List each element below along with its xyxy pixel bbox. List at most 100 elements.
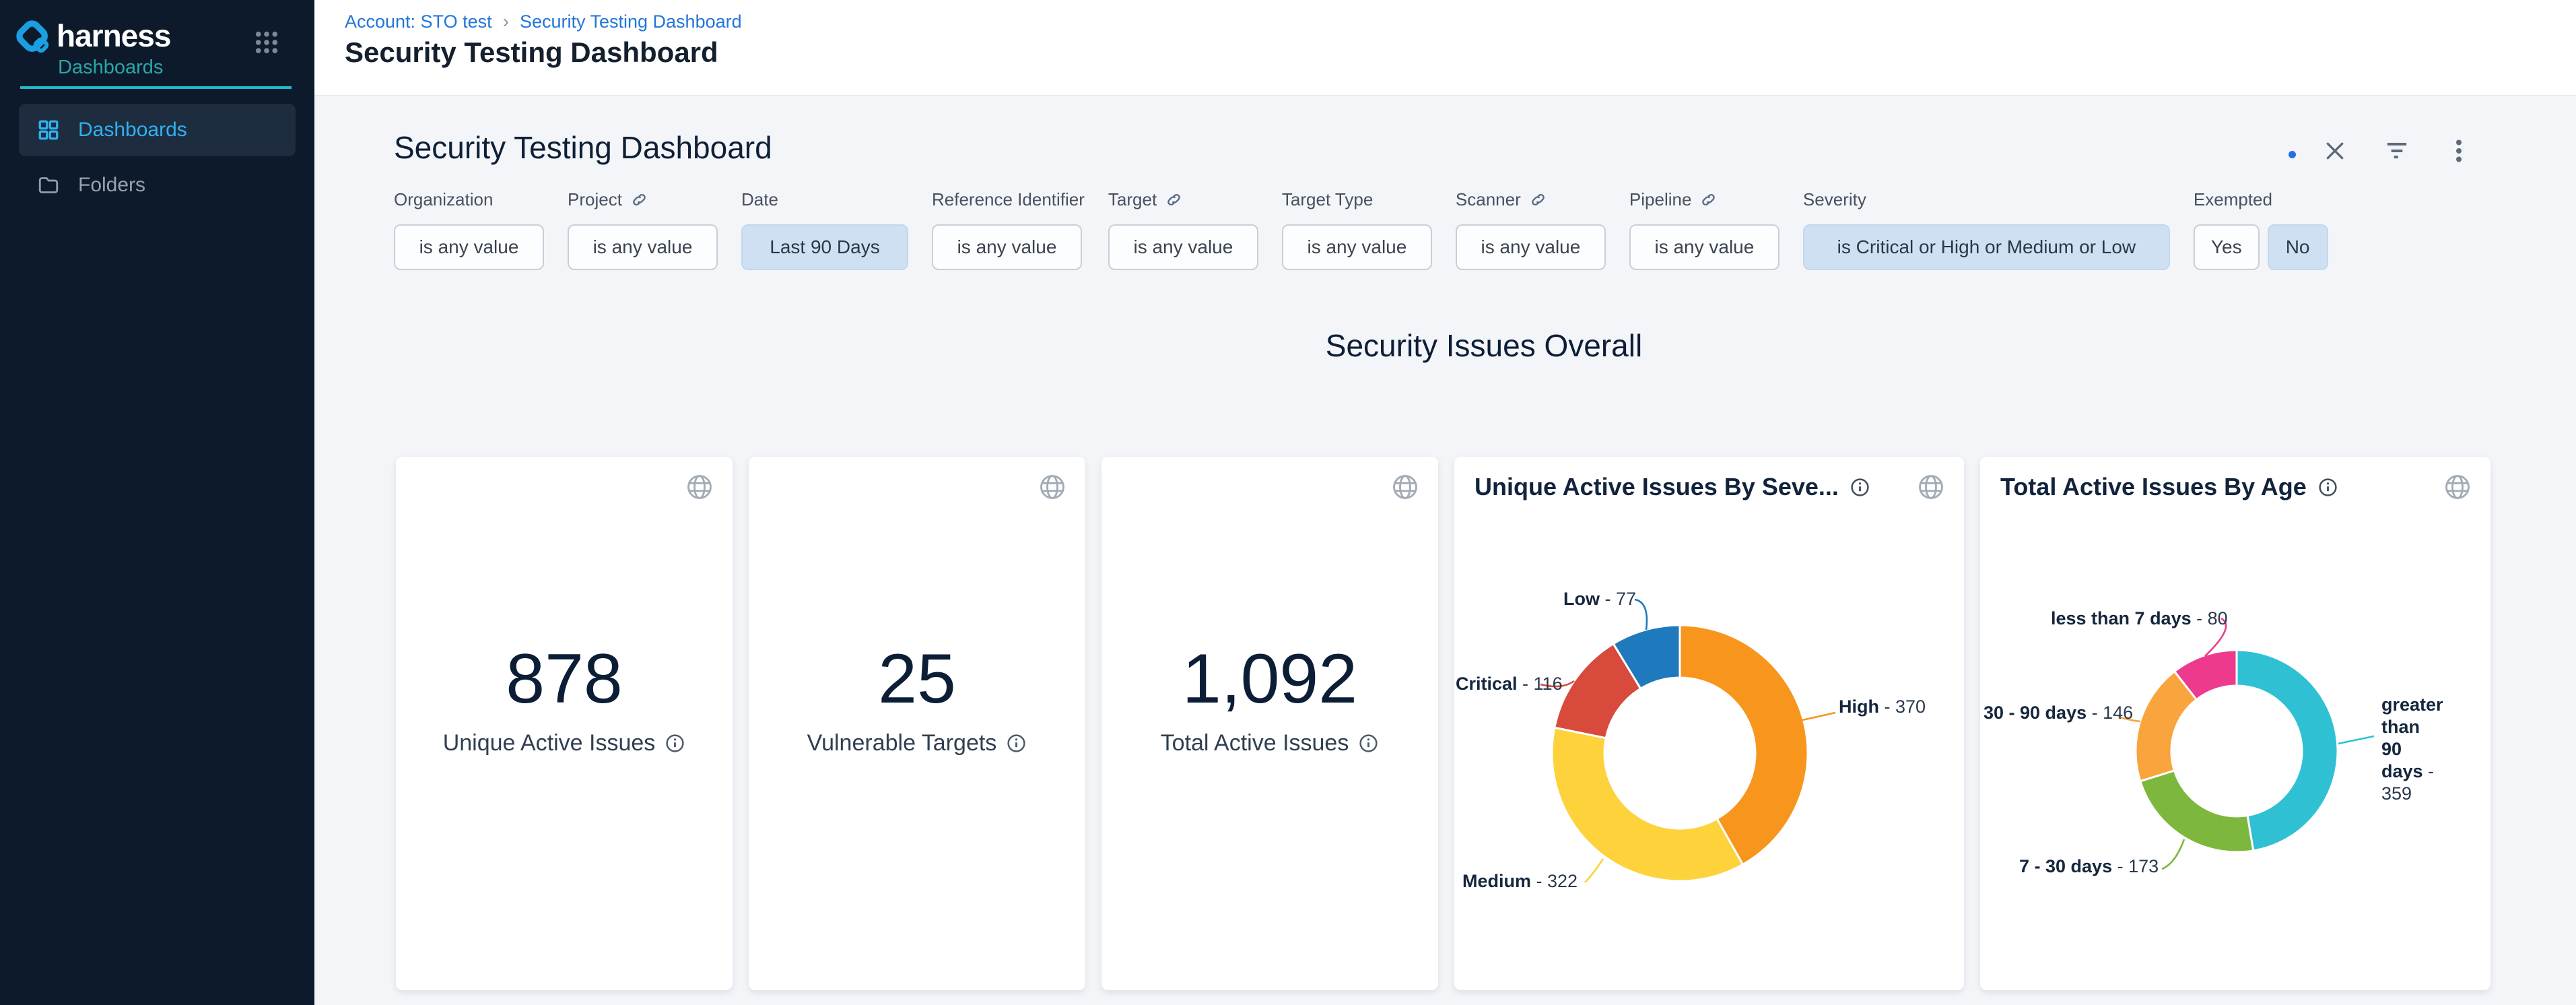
leader-line bbox=[1635, 599, 1647, 630]
donut-label-greater-than-90-days: greater than 90 days - 359 bbox=[2381, 694, 2443, 805]
info-icon[interactable] bbox=[1006, 733, 1027, 754]
filter-label: Target bbox=[1108, 186, 1258, 213]
section-title: Security Issues Overall bbox=[396, 327, 2572, 364]
donut-label-less-than-7-days: less than 7 days - 80 bbox=[2051, 608, 2228, 630]
donut-slice-medium[interactable] bbox=[1552, 727, 1743, 881]
filter-exempted: Exempted YesNo bbox=[2194, 186, 2328, 270]
globe-icon[interactable] bbox=[684, 472, 715, 502]
filter-label: Organization bbox=[394, 186, 544, 213]
filter-value-chip[interactable]: Last 90 Days bbox=[741, 224, 908, 270]
top-header: Account: STO test › Security Testing Das… bbox=[314, 0, 2576, 96]
info-icon[interactable] bbox=[1358, 733, 1379, 754]
filter-organization: Organization is any value bbox=[394, 186, 544, 270]
filter-project: Project is any value bbox=[568, 186, 718, 270]
donut-label-30-90-days: 30 - 90 days - 146 bbox=[1984, 702, 2133, 724]
dashboards-grid-icon bbox=[36, 118, 61, 142]
sidebar-item-folders[interactable]: Folders bbox=[19, 159, 296, 212]
filter-option-no[interactable]: No bbox=[2268, 224, 2328, 270]
stat-label: Unique Active Issues bbox=[396, 730, 733, 756]
globe-icon[interactable] bbox=[1390, 472, 1421, 502]
dashboard-title: Security Testing Dashboard bbox=[394, 129, 772, 166]
brand-name[interactable]: harness bbox=[57, 18, 170, 54]
link-icon bbox=[630, 191, 648, 209]
donut-slice-greater-than-90-days[interactable] bbox=[2237, 650, 2338, 851]
filter-target: Target is any value bbox=[1108, 186, 1258, 270]
donut-label-high: High - 370 bbox=[1839, 696, 1926, 718]
filter-icon[interactable] bbox=[2383, 137, 2410, 164]
filter-label: Exempted bbox=[2194, 186, 2328, 213]
link-icon bbox=[1699, 191, 1718, 209]
leader-line bbox=[1799, 713, 1835, 721]
filter-value-chip[interactable]: is any value bbox=[568, 224, 718, 270]
donut-card-total-active-issues-by-age: Total Active Issues By Agegreater than 9… bbox=[1980, 457, 2490, 990]
brand: harness Dashboards bbox=[0, 0, 314, 101]
filter-value-chip[interactable]: is any value bbox=[1108, 224, 1258, 270]
donut-slice-7-30-days[interactable] bbox=[2140, 771, 2253, 852]
link-icon bbox=[1165, 191, 1183, 209]
filter-value-chip[interactable]: is any value bbox=[1456, 224, 1606, 270]
filter-reference-identifier: Reference Identifier is any value bbox=[932, 186, 1085, 270]
dashboard-content: Security Testing Dashboard Organization i… bbox=[314, 96, 2576, 1005]
breadcrumb-dashboard-link[interactable]: Security Testing Dashboard bbox=[520, 11, 742, 32]
filter-severity: Severity is Critical or High or Medium or… bbox=[1803, 186, 2170, 270]
info-icon[interactable] bbox=[665, 733, 685, 754]
filter-option-yes[interactable]: Yes bbox=[2194, 224, 2260, 270]
leader-line bbox=[2162, 839, 2184, 869]
filter-value-chip[interactable]: is Critical or High or Medium or Low bbox=[1803, 224, 2170, 270]
filter-label: Target Type bbox=[1282, 186, 1432, 213]
harness-logo-icon[interactable] bbox=[16, 20, 53, 57]
kebab-menu-icon[interactable] bbox=[2445, 137, 2472, 164]
sidebar: harness Dashboards bbox=[0, 0, 314, 1005]
stat-card-total-active-issues: 1,092 Total Active Issues bbox=[1101, 457, 1438, 990]
filter-value-chip[interactable]: is any value bbox=[394, 224, 544, 270]
stat-label: Vulnerable Targets bbox=[749, 730, 1085, 756]
cursor-dot bbox=[2289, 151, 2296, 158]
stat-value: 1,092 bbox=[1101, 640, 1438, 718]
sidebar-item-dashboards[interactable]: Dashboards bbox=[19, 104, 296, 156]
filter-pipeline: Pipeline is any value bbox=[1629, 186, 1780, 270]
donut-chart bbox=[1454, 457, 1964, 990]
stat-card-vulnerable-targets: 25 Vulnerable Targets bbox=[749, 457, 1085, 990]
donut-label-low: Low - 77 bbox=[1563, 588, 1636, 610]
donut-card-unique-active-issues-by-severity: Unique Active Issues By Seve...High - 37… bbox=[1454, 457, 1964, 990]
filter-label: Reference Identifier bbox=[932, 186, 1085, 213]
filter-scanner: Scanner is any value bbox=[1456, 186, 1606, 270]
link-icon bbox=[1529, 191, 1547, 209]
globe-icon[interactable] bbox=[1037, 472, 1068, 502]
folder-icon bbox=[36, 173, 61, 197]
filters-bar: Organization is any value Project is any va… bbox=[394, 186, 2328, 270]
filter-label: Severity bbox=[1803, 186, 2170, 213]
filter-label: Project bbox=[568, 186, 718, 213]
breadcrumb: Account: STO test › Security Testing Das… bbox=[345, 11, 742, 32]
cards-row: 878 Unique Active Issues 25 Vulnerable Targ… bbox=[396, 457, 2490, 990]
leader-line bbox=[1585, 859, 1603, 882]
filter-label: Scanner bbox=[1456, 186, 1606, 213]
filter-value-chip[interactable]: is any value bbox=[932, 224, 1082, 270]
app-root: harness Dashboards bbox=[0, 0, 2576, 1005]
donut-label-medium: Medium - 322 bbox=[1462, 870, 1578, 893]
sidebar-item-label: Folders bbox=[78, 174, 145, 197]
close-icon[interactable] bbox=[2321, 137, 2348, 164]
filter-target-type: Target Type is any value bbox=[1282, 186, 1432, 270]
filter-date: Date Last 90 Days bbox=[741, 186, 908, 270]
sidebar-item-label: Dashboards bbox=[78, 119, 187, 141]
stat-label: Total Active Issues bbox=[1101, 730, 1438, 756]
filter-value-chip[interactable]: is any value bbox=[1629, 224, 1780, 270]
brand-underline bbox=[20, 86, 292, 89]
brand-product: Dashboards bbox=[58, 57, 163, 79]
donut-label-7-30-days: 7 - 30 days - 173 bbox=[2019, 855, 2159, 878]
donut-label-critical: Critical - 116 bbox=[1456, 673, 1563, 695]
dashboard-toolbar bbox=[2321, 137, 2472, 164]
filter-value-chip[interactable]: is any value bbox=[1282, 224, 1432, 270]
stat-card-unique-active-issues: 878 Unique Active Issues bbox=[396, 457, 733, 990]
breadcrumb-separator: › bbox=[503, 11, 509, 32]
page-title: Security Testing Dashboard bbox=[345, 36, 718, 69]
filter-label: Date bbox=[741, 186, 908, 213]
stat-value: 878 bbox=[396, 640, 733, 718]
module-grid-icon[interactable] bbox=[252, 28, 281, 57]
sidebar-nav: Dashboards Folders bbox=[0, 101, 314, 214]
stat-value: 25 bbox=[749, 640, 1085, 718]
leader-line bbox=[2338, 736, 2374, 744]
breadcrumb-account-link[interactable]: Account: STO test bbox=[345, 11, 492, 32]
filter-label: Pipeline bbox=[1629, 186, 1780, 213]
